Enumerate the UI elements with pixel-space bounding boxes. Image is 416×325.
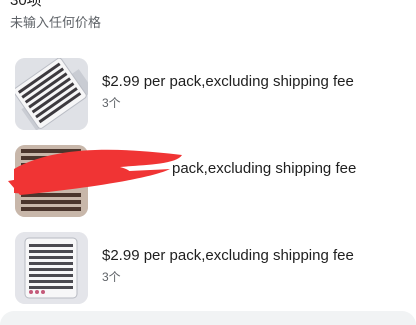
product-list: $2.99 per pack,excluding shipping fee 3个: [0, 48, 416, 309]
product-title[interactable]: $2.99 per pack,excluding shipping fee: [102, 247, 354, 264]
product-quantity: 3个: [102, 270, 121, 284]
product-quantity: 3个: [102, 96, 121, 110]
page: 30项 未输入任何价格 $2.99 per pack,excluding shi…: [0, 0, 416, 325]
bottom-sheet[interactable]: [0, 311, 416, 325]
list-item[interactable]: $2.99 per pack,excluding shipping fee 3个: [0, 48, 416, 135]
eyelash-tray-icon: [15, 58, 88, 130]
product-title[interactable]: $2.99 per pack,excluding shipping fee: [102, 73, 354, 90]
eyelash-tray-icon: [15, 232, 88, 304]
price-status: 未输入任何价格: [10, 15, 102, 30]
product-title[interactable]: pack,excluding shipping fee: [172, 160, 356, 177]
product-thumbnail[interactable]: [15, 232, 88, 304]
list-item[interactable]: pack,excluding shipping fee: [0, 135, 416, 222]
item-count: 30项: [10, 0, 42, 9]
product-thumbnail[interactable]: [15, 58, 88, 130]
product-thumbnail[interactable]: [15, 145, 88, 217]
list-item[interactable]: $2.99 per pack,excluding shipping fee 3个: [0, 222, 416, 309]
eyelash-tray-icon: [15, 145, 88, 217]
